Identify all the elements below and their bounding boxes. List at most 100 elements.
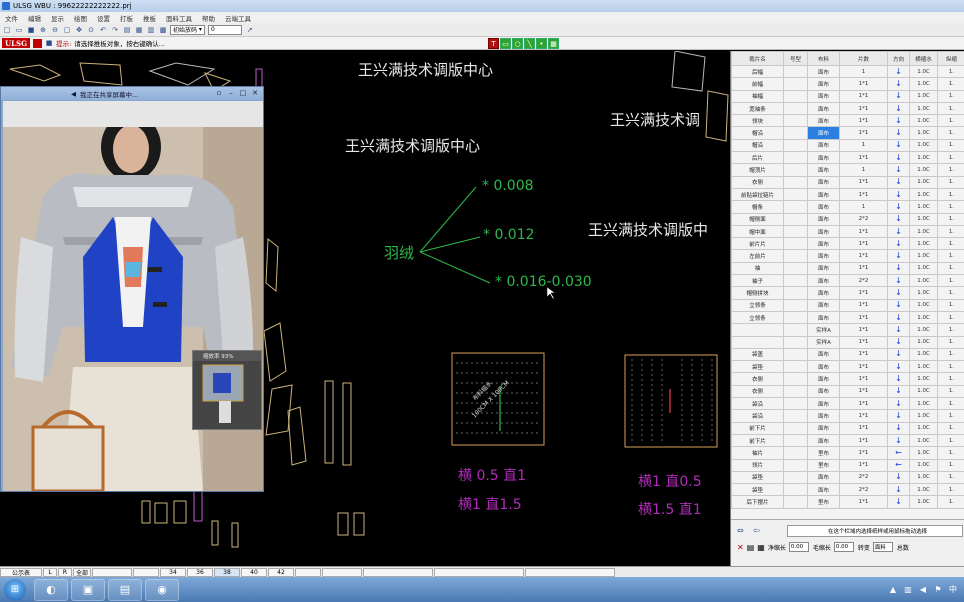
cell-h-shrink[interactable]: 1.0C xyxy=(909,483,938,497)
cell-piece-name[interactable]: 帽沿 xyxy=(731,138,784,153)
cell-count[interactable]: 1*1 xyxy=(839,360,888,374)
cell-size[interactable] xyxy=(783,372,808,386)
cell-v-shrink[interactable]: 1. xyxy=(937,347,964,362)
cell-size[interactable] xyxy=(783,249,808,263)
cell-direction[interactable]: ↓ xyxy=(887,163,910,177)
table-row[interactable]: 袋垫 面布 2*2 ↓ 1.0C 1. xyxy=(731,470,964,485)
table-row[interactable]: 帽顶片 面布 1 ↓ 1.0C 1. xyxy=(731,163,964,177)
maximize-icon[interactable]: □ xyxy=(238,88,248,98)
cell-piece-name[interactable] xyxy=(731,323,784,337)
table-row[interactable]: 前下片 面布 1*1 ↓ 1.0C 1. xyxy=(731,433,964,448)
piece-icon[interactable]: ▤ xyxy=(122,25,132,35)
taskbar-app-media-icon[interactable]: ◐ xyxy=(34,578,68,601)
cell-v-shrink[interactable]: 1. xyxy=(937,138,964,153)
col-h-shrink[interactable]: 横缩水 xyxy=(909,51,938,66)
cell-count[interactable]: 1*1 xyxy=(839,89,888,103)
cell-v-shrink[interactable]: 1. xyxy=(937,446,964,460)
cell-piece-name[interactable]: 袖片 xyxy=(731,446,784,460)
table-row[interactable]: 袖 面布 1*1 ↓ 1.0C 1. xyxy=(731,261,964,276)
cell-count[interactable]: 1*1 xyxy=(839,323,888,337)
cell-v-shrink[interactable]: 1. xyxy=(937,151,964,165)
cell-piece-name[interactable]: 袋盖 xyxy=(731,347,784,362)
cell-v-shrink[interactable]: 1. xyxy=(937,126,964,140)
table-row[interactable]: 衣侧 面布 1*1 ↓ 1.0C 1. xyxy=(731,384,964,399)
cell-v-shrink[interactable]: 1. xyxy=(937,495,964,509)
cell-piece-name[interactable]: 立领条 xyxy=(731,310,784,325)
grid-small-icon[interactable]: ▦ xyxy=(757,543,765,552)
cell-size[interactable] xyxy=(783,77,808,91)
cell-fabric[interactable]: 面布 xyxy=(807,360,840,374)
pin-icon[interactable]: ▫ xyxy=(214,88,224,98)
cell-piece-name[interactable]: 帽沿 xyxy=(731,126,784,140)
table-row[interactable]: 宽袖条 面布 1*1 ↓ 1.0C 1. xyxy=(731,101,964,116)
cell-h-shrink[interactable]: 1.0C xyxy=(909,360,938,374)
cell-v-shrink[interactable]: 1. xyxy=(937,101,964,116)
cell-fabric[interactable]: 里布 xyxy=(807,495,840,509)
cell-v-shrink[interactable]: 1. xyxy=(937,310,964,325)
cell-direction[interactable]: ↓ xyxy=(887,274,910,288)
back-arrow-icon[interactable]: ⇦ xyxy=(753,526,760,535)
size-cell[interactable]: 36 xyxy=(187,567,213,577)
cell-fabric[interactable]: 面布 xyxy=(807,64,840,79)
cell-piece-name[interactable]: 袋沿 xyxy=(731,409,784,423)
minimize-icon[interactable]: – xyxy=(226,88,236,98)
table-row[interactable]: 帽侧拼块 面布 1*1 ↓ 1.0C 1. xyxy=(731,286,964,300)
fit-window-icon[interactable]: ▢ xyxy=(62,25,72,35)
cell-v-shrink[interactable]: 1. xyxy=(937,470,964,485)
cell-size[interactable] xyxy=(783,114,808,128)
cell-direction[interactable]: ↓ xyxy=(887,384,910,399)
cell-h-shrink[interactable]: 1.0C xyxy=(909,101,938,116)
cell-piece-name[interactable]: 袋垫 xyxy=(731,360,784,374)
cell-v-shrink[interactable]: 1. xyxy=(937,360,964,374)
cell-fabric[interactable]: 面布 xyxy=(807,126,840,140)
cell-fabric[interactable]: 实样A xyxy=(807,335,840,349)
cell-piece-name[interactable]: 立领条 xyxy=(731,298,784,312)
cell-direction[interactable]: ↓ xyxy=(887,335,910,349)
cell-piece-name[interactable]: 袋沿 xyxy=(731,397,784,411)
cell-direction[interactable]: ↓ xyxy=(887,470,910,485)
mode-rect-button[interactable]: ▭ xyxy=(500,38,511,49)
cell-size[interactable] xyxy=(783,151,808,165)
move-icon[interactable]: ✥ xyxy=(74,25,84,35)
cell-v-shrink[interactable]: 1. xyxy=(937,433,964,448)
cell-direction[interactable]: ↓ xyxy=(887,64,910,79)
cell-fabric[interactable]: 面布 xyxy=(807,470,840,485)
cell-count[interactable]: 1 xyxy=(839,200,888,214)
cell-size[interactable] xyxy=(783,384,808,399)
cell-fabric[interactable]: 面布 xyxy=(807,163,840,177)
table-row[interactable]: 后片 面布 1*1 ↓ 1.0C 1. xyxy=(731,151,964,165)
cell-piece-name[interactable]: 帽中面 xyxy=(731,224,784,239)
table-row[interactable]: 衣侧 面布 1*1 ↓ 1.0C 1. xyxy=(731,175,964,189)
cell-piece-name[interactable]: 后幅 xyxy=(731,64,784,79)
cell-count[interactable]: 1*1 xyxy=(839,409,888,423)
cell-count[interactable]: 1*1 xyxy=(839,249,888,263)
cell-count[interactable]: 1 xyxy=(839,138,888,153)
cell-count[interactable]: 2*2 xyxy=(839,483,888,497)
cell-piece-name[interactable]: 领片 xyxy=(731,458,784,472)
cell-h-shrink[interactable]: 1.0C xyxy=(909,310,938,325)
mode-line-button[interactable]: ╲ xyxy=(524,38,535,49)
cell-fabric[interactable]: 面布 xyxy=(807,200,840,214)
cell-size[interactable] xyxy=(783,433,808,448)
cell-h-shrink[interactable]: 1.0C xyxy=(909,126,938,140)
cell-fabric[interactable]: 面布 xyxy=(807,237,840,251)
cell-h-shrink[interactable]: 1.0C xyxy=(909,347,938,362)
table-row[interactable]: 前片片 面布 1*1 ↓ 1.0C 1. xyxy=(731,237,964,251)
cell-v-shrink[interactable]: 1. xyxy=(937,77,964,91)
cell-size[interactable] xyxy=(783,89,808,103)
cell-v-shrink[interactable]: 1. xyxy=(937,483,964,497)
cell-count[interactable]: 1*1 xyxy=(839,77,888,91)
size-all-button[interactable]: 全部 xyxy=(73,567,91,577)
cell-h-shrink[interactable]: 1.0C xyxy=(909,470,938,485)
table-row[interactable]: 袋沿 面布 1*1 ↓ 1.0C 1. xyxy=(731,409,964,423)
table-row[interactable]: 左前片 面布 1*1 ↓ 1.0C 1. xyxy=(731,249,964,263)
menu-cloud-tools[interactable]: 云端工具 xyxy=(225,13,251,23)
cell-v-shrink[interactable]: 1. xyxy=(937,237,964,251)
cell-piece-name[interactable]: 宽袖条 xyxy=(731,101,784,116)
cell-piece-name[interactable]: 衣侧 xyxy=(731,372,784,386)
cell-h-shrink[interactable]: 1.0C xyxy=(909,151,938,165)
table-row[interactable]: 袖片 里布 1*1 ← 1.0C 1. xyxy=(731,446,964,460)
cell-piece-name[interactable]: 袖 xyxy=(731,261,784,276)
cell-count[interactable]: 2*2 xyxy=(839,470,888,485)
cell-fabric[interactable]: 面布 xyxy=(807,212,840,226)
